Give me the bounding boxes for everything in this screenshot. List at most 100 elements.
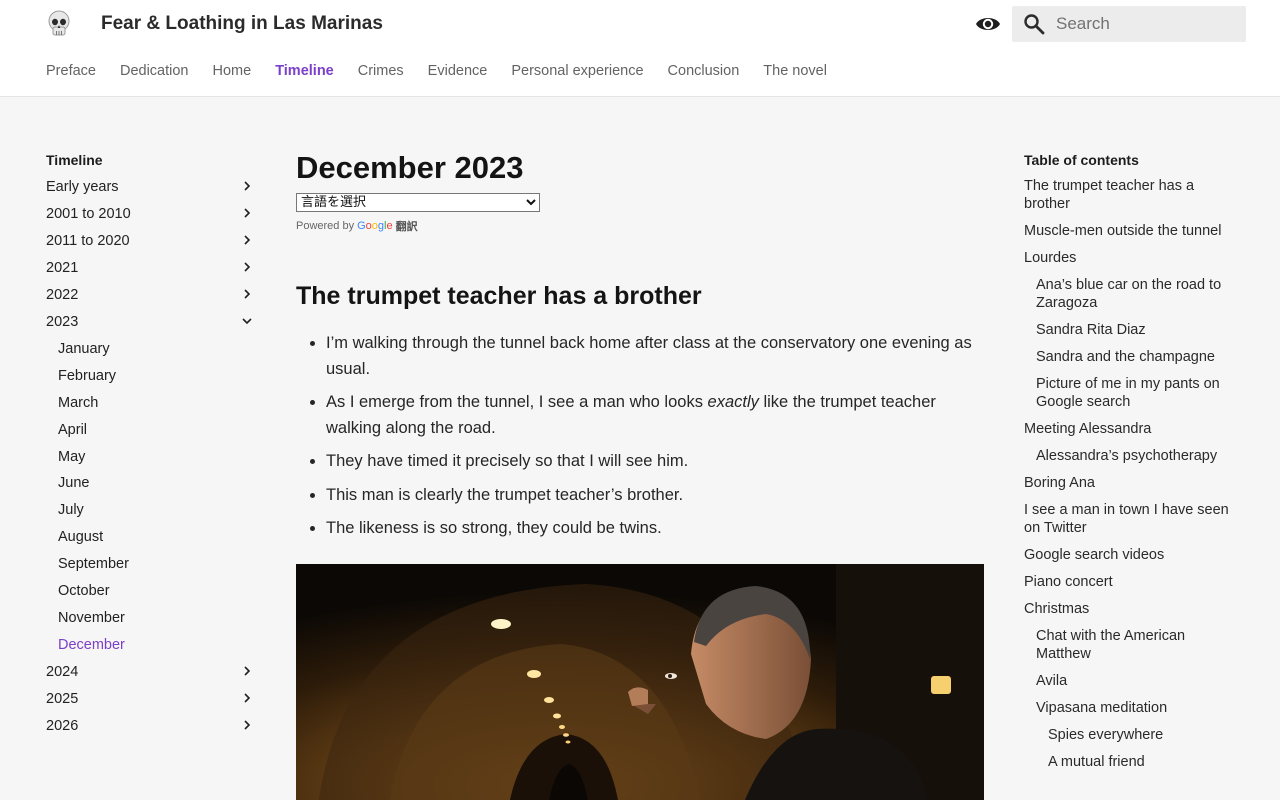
toc-link[interactable]: Avila (1024, 672, 1238, 690)
nav-month-may[interactable]: May (58, 440, 256, 467)
tab-dedication[interactable]: Dedication (120, 63, 189, 79)
tab-personal-experience[interactable]: Personal experience (511, 63, 643, 79)
list-item-text: The likeness is so strong, they could be… (326, 519, 662, 537)
toc-link[interactable]: Picture of me in my pants on Google sear… (1024, 375, 1238, 411)
tab-the-novel[interactable]: The novel (763, 63, 827, 79)
toc-link[interactable]: A mutual friend (1024, 753, 1238, 771)
nav-item-2021[interactable]: 2021 (46, 251, 256, 278)
nav-item-early-years[interactable]: Early years (46, 170, 256, 197)
nav-month-june[interactable]: June (58, 466, 256, 493)
skull-icon[interactable] (46, 10, 72, 38)
chevron-right-icon[interactable] (242, 235, 252, 245)
toc-link[interactable]: The trumpet teacher has a brother (1024, 177, 1238, 213)
emphasis-text: exactly (707, 393, 759, 411)
list-item: I’m walking through the tunnel back home… (326, 331, 984, 382)
nav-item-label: 2025 (46, 690, 79, 707)
toc-link[interactable]: Boring Ana (1024, 474, 1238, 492)
tab-crimes[interactable]: Crimes (358, 63, 404, 79)
list-item: They have timed it precisely so that I w… (326, 449, 984, 475)
nav-month-july[interactable]: July (58, 493, 256, 520)
toc-link[interactable]: Sandra and the champagne (1024, 348, 1238, 366)
chevron-right-icon[interactable] (242, 693, 252, 703)
nav-month-december[interactable]: December (58, 628, 256, 655)
nav-month-march[interactable]: March (58, 386, 256, 413)
language-select[interactable]: 言語を選択 (296, 193, 540, 212)
toc-link[interactable]: Sandra Rita Diaz (1024, 321, 1238, 339)
table-of-contents: Table of contents The trumpet teacher ha… (1024, 150, 1238, 780)
google-logo[interactable]: Google (357, 220, 393, 232)
nav-sublist-2023: January February March April May June Ju… (46, 332, 256, 655)
google-letter: e (386, 220, 393, 232)
toc-link[interactable]: Google search videos (1024, 546, 1238, 564)
nav-item-2024[interactable]: 2024 (46, 655, 256, 682)
site-header: Fear & Loathing in Las Marinas Preface D… (0, 0, 1280, 97)
list-item: As I emerge from the tunnel, I see a man… (326, 390, 984, 441)
left-sidebar-nav: Timeline Early years 2001 to 2010 2011 t… (46, 150, 256, 736)
tab-evidence[interactable]: Evidence (428, 63, 488, 79)
top-nav-tabs: Preface Dedication Home Timeline Crimes … (46, 63, 851, 79)
nav-item-2025[interactable]: 2025 (46, 682, 256, 709)
nav-item-2022[interactable]: 2022 (46, 278, 256, 305)
toc-link[interactable]: Chat with the American Matthew (1024, 627, 1238, 663)
nav-title: Timeline (46, 152, 103, 168)
translate-text: 翻訳 (395, 221, 418, 233)
nav-month-november[interactable]: November (58, 601, 256, 628)
tab-home[interactable]: Home (213, 63, 252, 79)
eye-icon[interactable] (975, 12, 1001, 36)
toc-link[interactable]: Lourdes (1024, 249, 1238, 267)
tunnel-man-image (296, 563, 984, 800)
list-item-text: They have timed it precisely so that I w… (326, 452, 689, 470)
toc-link[interactable]: Christmas (1024, 600, 1238, 618)
nav-item-label: 2026 (46, 717, 79, 734)
tab-preface[interactable]: Preface (46, 63, 96, 79)
site-title[interactable]: Fear & Loathing in Las Marinas (101, 13, 383, 35)
nav-item-label: 2001 to 2010 (46, 206, 131, 222)
bullet-list: I’m walking through the tunnel back home… (296, 331, 984, 542)
toc-link[interactable]: I see a man in town I have seen on Twitt… (1024, 501, 1238, 537)
nav-item-label: Early years (46, 179, 119, 195)
nav-item-2023[interactable]: 2023 (46, 305, 256, 332)
list-item-text: I’m walking through the tunnel back home… (326, 334, 972, 378)
toc-link[interactable]: Piano concert (1024, 573, 1238, 591)
toc-link[interactable]: Ana’s blue car on the road to Zaragoza (1024, 276, 1238, 312)
tab-conclusion[interactable]: Conclusion (668, 63, 740, 79)
nav-month-august[interactable]: August (58, 520, 256, 547)
chevron-down-icon[interactable] (242, 316, 252, 326)
chevron-right-icon[interactable] (242, 208, 252, 218)
search-icon (1024, 14, 1045, 35)
list-item: The likeness is so strong, they could be… (326, 516, 984, 542)
chevron-right-icon[interactable] (242, 720, 252, 730)
nav-month-october[interactable]: October (58, 574, 256, 601)
list-item-text: As I emerge from the tunnel, I see a man… (326, 393, 708, 411)
nav-month-september[interactable]: September (58, 547, 256, 574)
nav-month-january[interactable]: January (58, 332, 256, 359)
google-letter: G (357, 220, 366, 232)
toc-link[interactable]: Alessandra’s psychotherapy (1024, 447, 1238, 465)
chevron-right-icon[interactable] (242, 666, 252, 676)
search-box[interactable] (1012, 6, 1246, 42)
nav-month-february[interactable]: February (58, 359, 256, 386)
chevron-right-icon[interactable] (242, 181, 252, 191)
nav-item-2011-2020[interactable]: 2011 to 2020 (46, 224, 256, 251)
nav-item-label: 2021 (46, 260, 79, 276)
main-content: December 2023 言語を選択 Powered by Google 翻訳… (296, 148, 984, 800)
list-item: This man is clearly the trumpet teacher’… (326, 483, 984, 509)
illustration-svg (296, 563, 984, 800)
chevron-right-icon[interactable] (242, 262, 252, 272)
nav-item-label: 2024 (46, 663, 79, 680)
tab-timeline[interactable]: Timeline (275, 63, 334, 79)
toc-link[interactable]: Spies everywhere (1024, 726, 1238, 744)
powered-by-text: Powered by (296, 220, 355, 232)
toc-link[interactable]: Muscle-men outside the tunnel (1024, 222, 1238, 240)
toc-link[interactable]: Meeting Alessandra (1024, 420, 1238, 438)
toc-link[interactable]: Vipasana meditation (1024, 699, 1238, 717)
section-title: The trumpet teacher has a brother (296, 282, 702, 310)
nav-item-2001-2010[interactable]: 2001 to 2010 (46, 197, 256, 224)
list-item-text: This man is clearly the trumpet teacher’… (326, 485, 684, 504)
page-title: December 2023 (296, 150, 524, 185)
nav-month-april[interactable]: April (58, 413, 256, 440)
chevron-right-icon[interactable] (242, 289, 252, 299)
nav-item-2026[interactable]: 2026 (46, 709, 256, 736)
nav-item-label: 2022 (46, 287, 79, 303)
search-input[interactable] (1056, 6, 1242, 42)
